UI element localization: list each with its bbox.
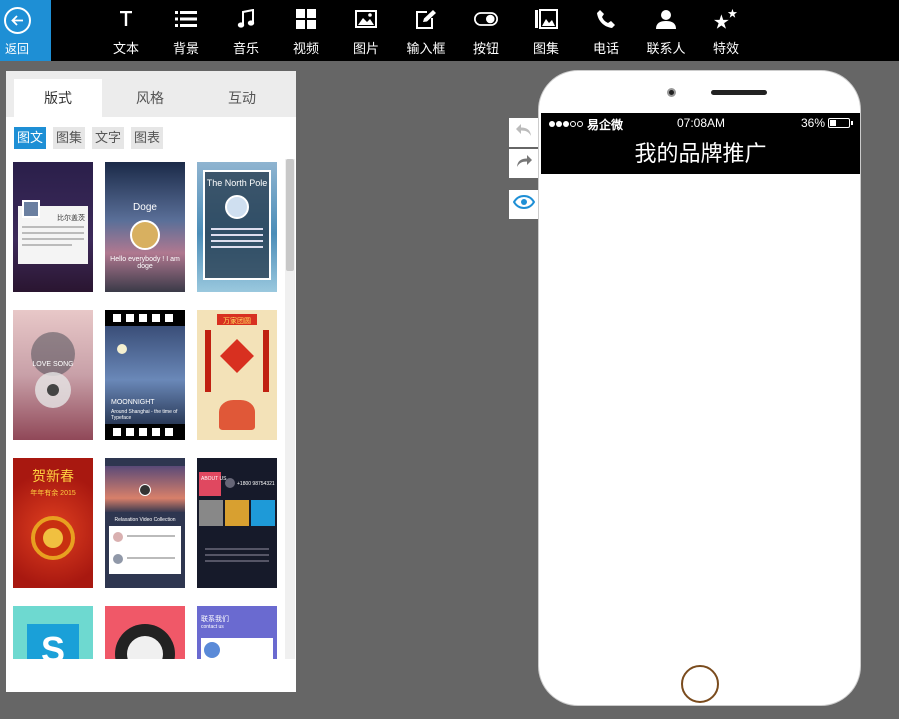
tool-gallery[interactable]: 图集 bbox=[516, 0, 576, 61]
tool-label: 输入框 bbox=[406, 41, 446, 56]
phone-screen[interactable]: 易企微 07:08AM 36% 我的品牌推广 bbox=[541, 113, 860, 661]
tool-label: 音乐 bbox=[232, 41, 259, 56]
phone-status-bar: 易企微 07:08AM 36% bbox=[541, 113, 860, 133]
subtab-text[interactable]: 文字 bbox=[92, 127, 125, 149]
image-icon bbox=[354, 8, 378, 30]
battery-icon bbox=[828, 118, 850, 128]
tool-button[interactable]: 按钮 bbox=[456, 0, 516, 61]
tool-label: 特效 bbox=[712, 41, 739, 56]
scrollbar-thumb[interactable] bbox=[286, 159, 294, 271]
template-thumbnail[interactable]: 贺新春 年年有余 2015 bbox=[13, 458, 93, 588]
battery-percent: 36% bbox=[801, 116, 826, 130]
back-label: 返回 bbox=[5, 42, 30, 56]
tool-label: 背景 bbox=[172, 41, 199, 56]
eye-icon bbox=[512, 194, 535, 214]
preview-button[interactable] bbox=[509, 190, 538, 219]
edit-icon bbox=[414, 8, 438, 30]
panel-tabs: 版式 风格 互动 bbox=[6, 71, 296, 117]
tool-input[interactable]: 输入框 bbox=[396, 0, 456, 61]
template-thumbnail[interactable]: ABOUT US +1800 98754321 bbox=[197, 458, 277, 588]
template-thumbnail[interactable]: 万家团圆 bbox=[197, 310, 277, 440]
tab-layout[interactable]: 版式 bbox=[14, 79, 102, 117]
tool-background[interactable]: 背景 bbox=[156, 0, 216, 61]
tool-effects[interactable]: 特效 bbox=[696, 0, 756, 61]
template-thumbnail[interactable]: 比尔盖茨 bbox=[13, 162, 93, 292]
undo-icon bbox=[515, 123, 533, 142]
grid-icon bbox=[294, 8, 318, 30]
phone-preview: 易企微 07:08AM 36% 我的品牌推广 bbox=[538, 70, 861, 706]
subtab-chart[interactable]: 图表 bbox=[131, 127, 164, 149]
tool-label: 图片 bbox=[352, 41, 379, 56]
tool-music[interactable]: 音乐 bbox=[216, 0, 276, 61]
music-note-icon bbox=[234, 8, 258, 30]
page-title[interactable]: 我的品牌推广 bbox=[541, 133, 860, 174]
tool-text[interactable]: 文本 bbox=[96, 0, 156, 61]
gallery-icon bbox=[534, 8, 558, 30]
back-arrow-icon bbox=[4, 7, 31, 34]
subtab-gallery[interactable]: 图集 bbox=[53, 127, 86, 149]
signal-dots-icon bbox=[548, 118, 584, 132]
tool-label: 联系人 bbox=[646, 41, 686, 56]
tab-interaction[interactable]: 互动 bbox=[198, 79, 286, 117]
template-thumbnail[interactable]: Relaxation Video Collection bbox=[105, 458, 185, 588]
template-thumbnail[interactable]: 联系我们 contact us bbox=[197, 606, 277, 659]
tool-label: 视频 bbox=[292, 41, 319, 56]
top-toolbar: 返回 文本 背景 音乐 视频 图片 输入框 按钮 图集 电话 联系人 特效 bbox=[0, 0, 899, 61]
tool-label: 文本 bbox=[112, 41, 139, 56]
tool-label: 图集 bbox=[532, 41, 559, 56]
template-grid: 比尔盖茨 Doge Hello everybody ! I am doge Th… bbox=[6, 159, 286, 659]
panel-scrollbar[interactable] bbox=[285, 159, 295, 659]
phone-speaker bbox=[711, 90, 767, 95]
redo-icon bbox=[515, 154, 533, 173]
template-thumbnail[interactable]: Doge Hello everybody ! I am doge bbox=[105, 162, 185, 292]
list-icon bbox=[174, 8, 198, 30]
phone-camera bbox=[667, 88, 676, 97]
template-thumbnail[interactable]: S bbox=[13, 606, 93, 659]
tool-video[interactable]: 视频 bbox=[276, 0, 336, 61]
home-button[interactable] bbox=[681, 665, 719, 703]
template-thumbnail[interactable]: The North Pole bbox=[197, 162, 277, 292]
subtab-image-text[interactable]: 图文 bbox=[14, 127, 47, 149]
battery-tip bbox=[851, 121, 853, 125]
tool-label: 电话 bbox=[592, 41, 619, 56]
tool-phone[interactable]: 电话 bbox=[576, 0, 636, 61]
template-panel: 版式 风格 互动 图文 图集 文字 图表 比尔盖茨 Doge Hello eve… bbox=[6, 71, 296, 692]
tab-style[interactable]: 风格 bbox=[106, 79, 194, 117]
tool-contact[interactable]: 联系人 bbox=[636, 0, 696, 61]
tool-image[interactable]: 图片 bbox=[336, 0, 396, 61]
tool-label: 按钮 bbox=[472, 41, 499, 56]
template-thumbnail[interactable]: LOVE SONG bbox=[13, 310, 93, 440]
undo-button[interactable] bbox=[509, 118, 538, 147]
back-button[interactable]: 返回 bbox=[0, 0, 51, 61]
redo-button[interactable] bbox=[509, 149, 538, 178]
user-icon bbox=[654, 8, 678, 30]
toggle-icon bbox=[474, 8, 498, 30]
template-thumbnail[interactable] bbox=[105, 606, 185, 659]
status-time: 07:08AM bbox=[677, 116, 726, 130]
carrier-name: 易企微 bbox=[587, 118, 624, 132]
template-thumbnail[interactable]: MOONNIGHT Around Shanghai - the time of … bbox=[105, 310, 185, 440]
text-icon bbox=[114, 8, 138, 30]
phone-icon bbox=[594, 8, 618, 30]
stars-icon bbox=[714, 8, 738, 30]
